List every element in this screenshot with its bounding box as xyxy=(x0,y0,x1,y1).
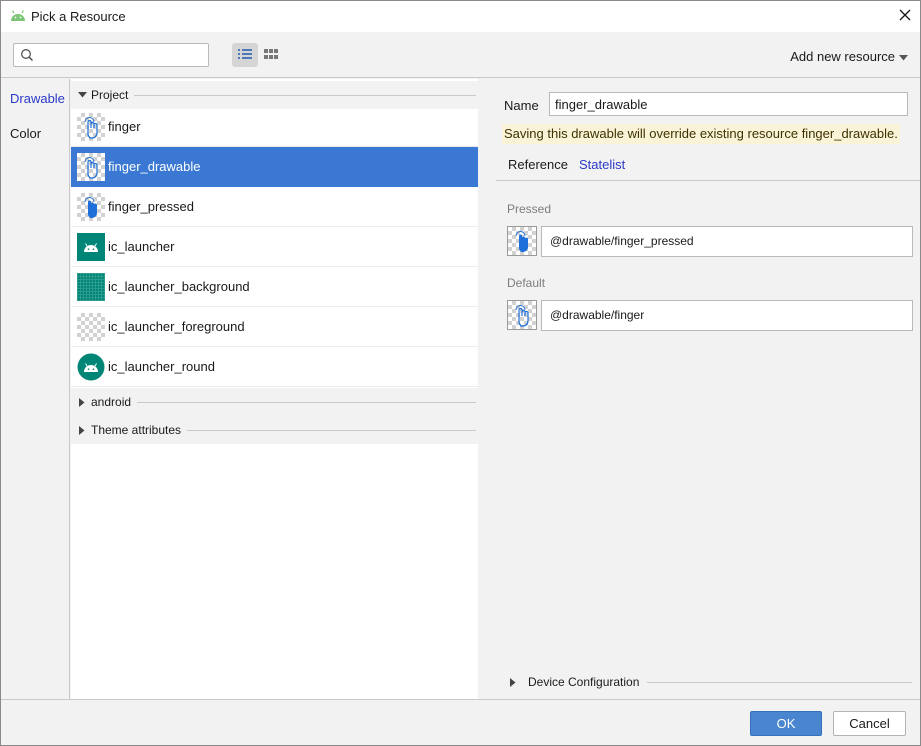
grid-view-button[interactable] xyxy=(258,43,284,67)
splitter[interactable] xyxy=(478,79,496,699)
group-label: Theme attributes xyxy=(91,423,182,437)
group-header-theme-attributes[interactable]: Theme attributes xyxy=(71,416,478,444)
grid-view-icon[interactable] xyxy=(264,48,278,63)
search-field[interactable] xyxy=(13,43,209,67)
collapsed-arrow-icon xyxy=(71,397,91,407)
resource-row-ic-launcher-round[interactable]: ic_launcher_round xyxy=(71,347,478,387)
resource-name: finger_drawable xyxy=(108,159,201,174)
group-divider xyxy=(137,401,476,403)
group-divider xyxy=(187,429,476,431)
group-header-android[interactable]: android xyxy=(71,388,478,416)
device-configuration-label: Device Configuration xyxy=(528,675,640,689)
expanded-arrow-icon xyxy=(71,92,91,98)
sidebar-item-color[interactable]: Color xyxy=(10,126,41,141)
collapsed-arrow-icon xyxy=(71,425,91,435)
state-label-default: Default xyxy=(507,276,546,290)
android-round-icon xyxy=(77,353,105,381)
pressed-state-field[interactable]: @drawable/finger_pressed xyxy=(541,226,913,257)
group-divider xyxy=(134,94,476,96)
dialog-title: Pick a Resource xyxy=(31,9,126,24)
resource-row-ic-launcher-foreground[interactable]: ic_launcher_foreground xyxy=(71,307,478,347)
android-launcher-icon xyxy=(77,232,105,261)
resource-name: finger xyxy=(108,119,141,134)
grid-background-icon xyxy=(77,272,105,301)
ok-button[interactable]: OK xyxy=(750,711,822,736)
dialog-footer: OK Cancel xyxy=(1,699,920,745)
name-field[interactable] xyxy=(549,92,908,116)
resource-name: ic_launcher_background xyxy=(108,279,250,294)
search-icon xyxy=(20,48,34,65)
add-new-resource-label: Add new resource xyxy=(790,49,895,64)
override-warning: Saving this drawable will override exist… xyxy=(502,124,900,144)
close-icon[interactable] xyxy=(899,9,911,24)
sidebar-item-drawable[interactable]: Drawable xyxy=(10,91,65,106)
resource-row-ic-launcher-background[interactable]: ic_launcher_background xyxy=(71,267,478,307)
group-label: android xyxy=(91,395,132,409)
tab-statelist[interactable]: Statelist xyxy=(579,157,625,172)
resource-list: Project finger finger_drawable finger_pr… xyxy=(71,79,478,699)
dropdown-arrow-icon xyxy=(899,49,908,64)
resource-detail-panel: Name Saving this drawable will override … xyxy=(496,79,920,699)
resource-row-finger-pressed[interactable]: finger_pressed xyxy=(71,187,478,227)
transparent-foreground-icon xyxy=(77,312,105,341)
name-label: Name xyxy=(504,98,539,113)
close-button[interactable] xyxy=(890,1,920,32)
resource-name: ic_launcher_foreground xyxy=(108,319,245,334)
finger-outline-icon xyxy=(77,112,105,141)
group-header-project[interactable]: Project xyxy=(71,81,478,109)
toolbar: Add new resource xyxy=(1,32,920,78)
group-label: Project xyxy=(91,88,129,102)
resource-row-finger-drawable[interactable]: finger_drawable xyxy=(71,147,478,187)
finger-outline-icon xyxy=(77,152,105,181)
resource-name: finger_pressed xyxy=(108,199,194,214)
resource-name: ic_launcher xyxy=(108,239,175,254)
pick-resource-dialog: Pick a Resource Add new resource Drawabl… xyxy=(0,0,921,746)
android-icon xyxy=(10,10,26,22)
device-configuration-toggle[interactable]: Device Configuration xyxy=(510,673,912,691)
resource-row-finger[interactable]: finger xyxy=(71,107,478,147)
title-bar: Pick a Resource xyxy=(1,1,920,32)
add-new-resource-dropdown[interactable]: Add new resource xyxy=(790,49,908,64)
collapsed-arrow-icon xyxy=(510,675,516,690)
tab-reference[interactable]: Reference xyxy=(508,157,568,172)
divider xyxy=(647,681,912,683)
detail-tabs: Reference Statelist xyxy=(496,153,920,181)
finger-pressed-icon xyxy=(77,192,105,221)
default-state-field[interactable]: @drawable/finger xyxy=(541,300,913,331)
resource-type-sidebar: Drawable Color xyxy=(1,79,70,699)
resource-name: ic_launcher_round xyxy=(108,359,215,374)
cancel-button[interactable]: Cancel xyxy=(833,711,906,736)
state-label-pressed: Pressed xyxy=(507,202,552,216)
list-view-button[interactable] xyxy=(232,43,258,67)
resource-row-ic-launcher[interactable]: ic_launcher xyxy=(71,227,478,267)
finger-pressed-icon[interactable] xyxy=(507,226,537,256)
list-view-icon[interactable] xyxy=(238,48,252,63)
finger-outline-icon[interactable] xyxy=(507,300,537,330)
